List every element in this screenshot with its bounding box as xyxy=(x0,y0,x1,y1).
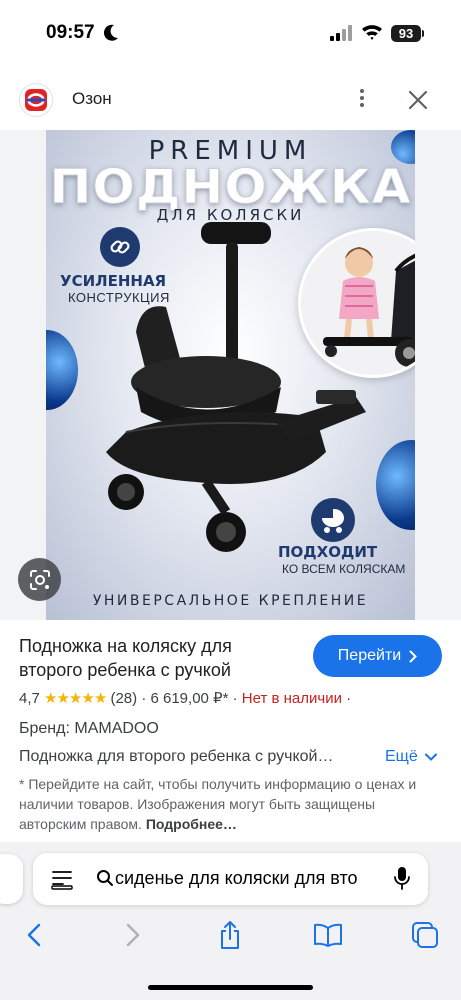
learn-more-link[interactable]: Подробнее… xyxy=(146,816,237,832)
tabs-icon xyxy=(412,922,438,948)
ozon-logo-icon[interactable] xyxy=(19,83,53,117)
product-title[interactable]: Подножка на коляску для второго ребенка … xyxy=(19,634,289,682)
home-indicator[interactable] xyxy=(148,985,313,990)
product-info-panel: Подножка на коляску для второго ребенка … xyxy=(0,620,461,842)
back-button[interactable] xyxy=(14,918,54,952)
status-bar: 09:57 93 xyxy=(0,0,461,66)
google-lens-icon[interactable] xyxy=(18,558,61,601)
previous-tab-peek[interactable] xyxy=(0,854,23,904)
battery-tip xyxy=(422,30,424,37)
stroller-icon xyxy=(311,498,355,542)
source-header: Озон xyxy=(0,66,461,130)
price: 6 619,00 ₽* xyxy=(150,690,229,707)
moon-icon xyxy=(103,24,118,41)
image-feature2-title: ПОДХОДИТ xyxy=(278,543,378,561)
browser-toolbar xyxy=(0,918,461,958)
book-icon xyxy=(314,923,342,947)
image-feature2-sub: КО ВСЕМ КОЛЯСКАМ xyxy=(282,562,406,576)
bookmarks-button[interactable] xyxy=(308,918,348,952)
forward-button[interactable] xyxy=(113,918,153,952)
share-icon xyxy=(221,921,239,949)
availability-status: Нет в наличии xyxy=(241,690,342,707)
search-icon xyxy=(97,870,113,886)
image-bottom-text: УНИВЕРСАЛЬНОЕ КРЕПЛЕНИЕ xyxy=(92,593,369,609)
brand-text: Бренд: MAMADOO xyxy=(19,720,159,737)
close-icon[interactable] xyxy=(404,86,432,114)
more-button[interactable]: Ещё xyxy=(385,748,438,766)
star-rating-icon: ★★★★★ xyxy=(44,690,107,707)
address-bar-text[interactable]: сиденье для коляски для вто xyxy=(115,868,377,889)
back-arrow-icon xyxy=(27,923,41,947)
product-image[interactable]: PREMIUM ПОДНОЖКА ДЛЯ КОЛЯСКИ УСИЛЕННАЯ К… xyxy=(46,130,415,620)
rating-value: 4,7 xyxy=(19,690,40,707)
source-name[interactable]: Озон xyxy=(72,89,112,109)
decor-orb xyxy=(46,330,78,410)
more-options-icon[interactable] xyxy=(352,86,372,112)
forward-arrow-icon xyxy=(126,923,140,947)
product-description: Подножка для второго ребенка с ручкой… xyxy=(19,748,334,765)
status-time: 09:57 xyxy=(46,22,95,43)
chevron-right-icon xyxy=(409,650,418,662)
disclaimer-note: * Перейдите на сайт, чтобы получить инфо… xyxy=(19,774,439,834)
battery-indicator: 93 xyxy=(391,25,421,42)
visit-button[interactable]: Перейти xyxy=(313,635,442,677)
tabs-button[interactable] xyxy=(405,918,445,952)
separator-dot: · xyxy=(141,690,147,707)
visit-button-label: Перейти xyxy=(337,647,402,664)
separator-dot: · xyxy=(232,690,238,707)
image-viewer[interactable]: PREMIUM ПОДНОЖКА ДЛЯ КОЛЯСКИ УСИЛЕННАЯ К… xyxy=(0,130,461,620)
review-count: (28) xyxy=(110,690,138,707)
microphone-icon[interactable] xyxy=(393,866,411,892)
chevron-down-icon xyxy=(425,753,438,761)
wifi-icon xyxy=(362,25,382,40)
rating-row: 4,7 ★★★★★ (28) · 6 619,00 ₽* · Нет в нал… xyxy=(19,689,351,707)
page-menu-icon[interactable] xyxy=(51,868,73,890)
address-bar[interactable]: сиденье для коляски для вто xyxy=(33,853,428,905)
cellular-signal-icon xyxy=(330,25,352,41)
browser-bottom-chrome: сиденье для коляски для вто xyxy=(0,842,461,1000)
share-button[interactable] xyxy=(210,918,250,952)
more-button-label: Ещё xyxy=(385,748,418,765)
separator-dot: · xyxy=(346,690,352,707)
